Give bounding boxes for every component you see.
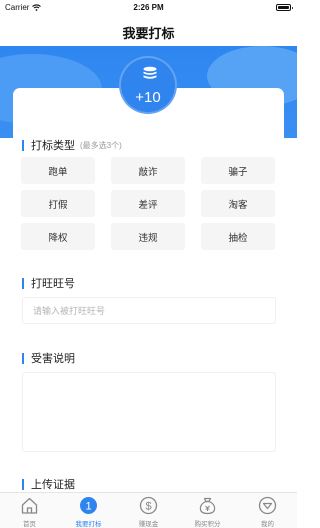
section-accent-bar (22, 478, 24, 490)
status-bar: Carrier 2:26 PM (0, 0, 297, 14)
profile-icon (258, 496, 277, 515)
battery-icon (276, 4, 293, 11)
tab-home-label: 首页 (23, 521, 36, 528)
tab-profile-label: 我的 (261, 521, 274, 528)
tag-option[interactable]: 违规 (111, 223, 185, 250)
tab-earn-cash-label: 赚现金 (138, 521, 159, 528)
tab-profile[interactable]: 我的 (238, 496, 297, 528)
tab-buy-points-label: 购买积分 (194, 521, 221, 528)
reward-badge: +10 (119, 56, 177, 114)
section-accent-bar (22, 139, 24, 151)
wangwang-field (22, 297, 276, 324)
victim-description-textarea[interactable] (23, 373, 275, 451)
svg-text:$: $ (145, 501, 151, 513)
wangwang-input[interactable] (23, 298, 275, 323)
tab-buy-points[interactable]: 购买积分 (178, 496, 237, 528)
tag-option[interactable]: 打假 (21, 190, 95, 217)
tag-one-icon: 1 (80, 497, 97, 514)
tag-option[interactable]: 骗子 (201, 157, 275, 184)
svg-text:1: 1 (85, 501, 91, 513)
section-upload-title: 上传证据 (31, 479, 75, 491)
tag-option[interactable]: 抽检 (201, 223, 275, 250)
reward-value: +10 (135, 89, 161, 106)
section-type-hint: (最多选3个) (80, 140, 122, 150)
money-bag-icon (199, 497, 216, 515)
tab-mark-label: 我要打标 (75, 521, 102, 528)
tab-mark[interactable]: 1 我要打标 (59, 496, 118, 528)
status-time: 2:26 PM (133, 3, 164, 12)
section-type-header: 打标类型 (最多选3个) (22, 137, 122, 153)
tag-option[interactable]: 降权 (21, 223, 95, 250)
home-icon (21, 497, 38, 514)
tag-option[interactable]: 差评 (111, 190, 185, 217)
tab-home[interactable]: 首页 (0, 496, 59, 528)
tag-option[interactable]: 敲诈 (111, 157, 185, 184)
tab-earn-cash[interactable]: $ 赚现金 (119, 496, 178, 528)
section-upload-header: 上传证据 (22, 476, 75, 492)
section-wangwang-title: 打旺旺号 (31, 278, 75, 290)
coin-stack-icon (143, 66, 157, 79)
section-wangwang-header: 打旺旺号 (22, 275, 75, 291)
tab-bar: 首页 1 我要打标 $ 赚现金 购买积分 我的 (0, 492, 297, 528)
section-accent-bar (22, 352, 24, 364)
section-accent-bar (22, 277, 24, 289)
victim-field (22, 372, 276, 452)
page-title: 我要打标 (122, 26, 175, 41)
navigation-bar: 我要打标 (0, 14, 297, 46)
section-victim-header: 受害说明 (22, 350, 75, 366)
section-victim-title: 受害说明 (31, 353, 75, 365)
section-type-title: 打标类型 (31, 140, 75, 152)
dollar-icon: $ (139, 496, 158, 515)
tag-option[interactable]: 淘客 (201, 190, 275, 217)
tag-option[interactable]: 跑单 (21, 157, 95, 184)
